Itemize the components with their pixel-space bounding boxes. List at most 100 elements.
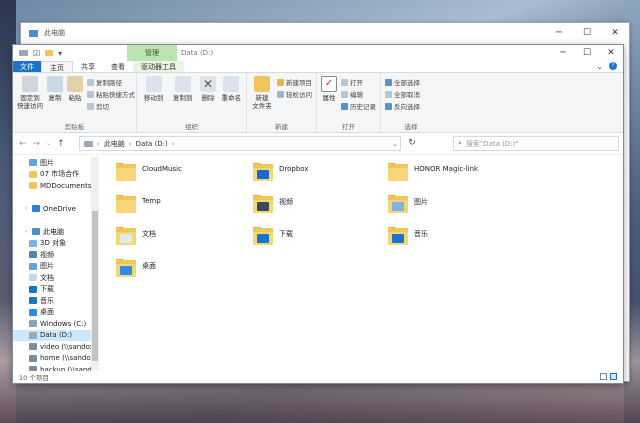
edit-button[interactable]: 编辑 xyxy=(341,89,376,99)
maximize-icon[interactable]: ☐ xyxy=(575,45,599,61)
details-view-icon[interactable] xyxy=(600,373,607,380)
chevron-down-icon[interactable]: ⌄ xyxy=(392,137,398,151)
sidebar-item[interactable]: MDDocuments xyxy=(13,180,91,192)
close-icon[interactable]: ✕ xyxy=(601,23,629,43)
sidebar-item[interactable]: 视频 xyxy=(13,249,91,261)
breadcrumb-current[interactable]: Data (D:) xyxy=(136,140,168,148)
folder-icon[interactable] xyxy=(45,50,54,56)
file-list: CloudMusic Dropbox HONOR Magic-link Temp 视频 图… xyxy=(108,157,618,367)
folder-icon xyxy=(388,227,408,245)
history-button[interactable]: 历史记录 xyxy=(341,101,376,111)
folder-icon xyxy=(29,182,37,190)
status-bar: 10 个项目 xyxy=(13,370,623,383)
manage-tab-header[interactable]: 管理 xyxy=(127,45,177,61)
folder-icon xyxy=(116,227,136,245)
help-icon[interactable]: ? xyxy=(609,62,617,70)
sidebar-item[interactable]: 下载 xyxy=(13,284,91,296)
tab-view[interactable]: 查看 xyxy=(103,61,133,72)
folder-item[interactable]: 文档 xyxy=(116,227,156,245)
large-icons-view-icon[interactable] xyxy=(610,373,617,380)
explorer-window: ☑ ▾ 管理 Data (D:) ─ ☐ ✕ 文件 主页 共享 查看 驱动器工具… xyxy=(12,44,624,384)
organize-group-label: 组织 xyxy=(185,123,198,131)
select-none-label: 全部取消 xyxy=(394,91,420,99)
sidebar-item[interactable]: Data (D:) xyxy=(13,329,91,341)
folder-item[interactable]: 桌面 xyxy=(116,259,156,277)
maximize-icon[interactable]: ☐ xyxy=(573,23,601,43)
up-arrow-icon[interactable]: ↑ xyxy=(57,139,65,149)
sidebar-item[interactable]: home (\\sandox xyxy=(13,353,91,365)
checkbox-icon[interactable]: ☑ xyxy=(33,49,40,58)
open-label: 打开 xyxy=(350,79,363,87)
easy-access-label: 轻松访问 xyxy=(286,91,312,99)
sidebar-scrollbar[interactable] xyxy=(91,157,99,371)
sidebar-item[interactable]: 音乐 xyxy=(13,295,91,307)
sidebar-item[interactable]: 07 市场合作 xyxy=(13,169,91,181)
sidebar-item[interactable]: 桌面 xyxy=(13,307,91,319)
address-bar[interactable]: › 此电脑 › Data (D:) › ⌄ xyxy=(79,136,401,151)
paste-shortcut-button[interactable]: 粘贴快捷方式 xyxy=(87,89,135,99)
folder-item[interactable]: HONOR Magic-link xyxy=(388,163,478,181)
folder-item[interactable]: Temp xyxy=(116,195,161,213)
properties-icon: ✓ xyxy=(321,76,337,92)
downloads-icon xyxy=(29,285,37,293)
sidebar-item[interactable]: 3D 对象 xyxy=(13,238,91,250)
sidebar-item[interactable]: › OneDrive xyxy=(13,203,91,215)
expand-arrow-icon[interactable]: › xyxy=(25,205,29,212)
folder-icon xyxy=(388,195,408,213)
folder-item[interactable]: 图片 xyxy=(388,195,428,213)
minimize-icon[interactable]: ─ xyxy=(551,45,575,61)
easy-access-button[interactable]: 轻松访问 xyxy=(277,89,312,99)
invert-selection-button[interactable]: 反向选择 xyxy=(385,101,420,111)
select-all-button[interactable]: 全部选择 xyxy=(385,77,420,87)
sidebar-item[interactable]: › 此电脑 xyxy=(13,226,91,238)
background-window-controls: ─ ☐ ✕ xyxy=(545,23,629,43)
sidebar-item[interactable]: 文档 xyxy=(13,272,91,284)
folder-item[interactable]: Dropbox xyxy=(253,163,309,181)
new-item-button[interactable]: 新建项目 xyxy=(277,77,312,87)
search-box[interactable]: ⌕ 搜索"Data (D:)" xyxy=(453,136,619,151)
background-window-titlebar: 此电脑 xyxy=(21,23,629,43)
properties-label: 属性 xyxy=(322,94,336,102)
invert-selection-icon xyxy=(385,102,392,110)
recent-locations-icon[interactable]: ⌄ xyxy=(46,140,51,147)
cut-button[interactable]: 剪切 xyxy=(87,101,135,111)
tab-home[interactable]: 主页 xyxy=(41,61,73,72)
breadcrumb-this-pc[interactable]: 此电脑 xyxy=(104,139,125,149)
paste-shortcut-label: 粘贴快捷方式 xyxy=(96,91,135,99)
sidebar-item[interactable]: 图片 xyxy=(13,261,91,273)
move-to-icon xyxy=(145,76,162,92)
open-button[interactable]: 打开 xyxy=(341,77,376,87)
navigation-pane: 图片 07 市场合作 MDDocuments › OneDrive › 此电脑 3D 对象 视频… xyxy=(13,157,91,371)
chevron-down-icon[interactable]: ⌄ xyxy=(596,62,603,71)
folder-item[interactable]: 音乐 xyxy=(388,227,428,245)
folder-item[interactable]: CloudMusic xyxy=(116,163,182,181)
expand-arrow-icon[interactable]: › xyxy=(25,228,29,235)
organize-group: 移动到 复制到 ✕ 删除 重命名 组织 xyxy=(137,73,247,133)
refresh-icon[interactable]: ↻ xyxy=(405,136,419,151)
tab-drive-tools[interactable]: 驱动器工具 xyxy=(133,61,184,72)
folder-item[interactable]: 下载 xyxy=(253,227,293,245)
dropdown-icon[interactable]: ▾ xyxy=(58,49,62,58)
sidebar-item[interactable]: Windows (C:) xyxy=(13,318,91,330)
forward-arrow-icon[interactable]: → xyxy=(33,139,41,149)
tab-share[interactable]: 共享 xyxy=(73,61,103,72)
select-none-button[interactable]: 全部取消 xyxy=(385,89,420,99)
search-icon: ⌕ xyxy=(458,139,462,147)
close-icon[interactable]: ✕ xyxy=(599,45,623,61)
sidebar-item-label: 07 市场合作 xyxy=(40,170,80,179)
back-arrow-icon[interactable]: ← xyxy=(19,139,27,149)
minimize-icon[interactable]: ─ xyxy=(545,23,573,43)
select-group: 全部选择 全部取消 反向选择 选择 xyxy=(381,73,441,133)
sidebar-item[interactable]: 图片 xyxy=(13,157,91,169)
select-all-icon xyxy=(385,78,392,86)
sidebar-item[interactable]: video (\\sandox xyxy=(13,341,91,353)
tab-file[interactable]: 文件 xyxy=(13,61,41,72)
copy-path-button[interactable]: 复制路径 xyxy=(87,77,135,87)
folder-item[interactable]: 视频 xyxy=(253,195,293,213)
address-bar-controls: ⌄ xyxy=(392,137,398,151)
folder-name: 桌面 xyxy=(142,262,156,270)
copy-path-icon xyxy=(87,78,94,86)
scrollbar-thumb[interactable] xyxy=(92,211,98,361)
copy-to-icon xyxy=(174,76,191,92)
new-item-icon xyxy=(277,78,284,86)
